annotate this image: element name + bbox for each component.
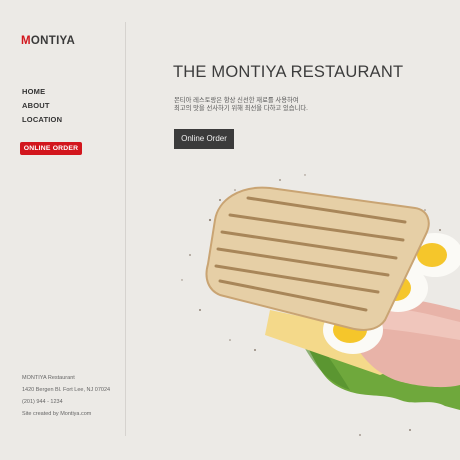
- intro-line-2: 최고의 맛을 선사하기 위해 최선을 다하고 있습니다.: [174, 105, 308, 112]
- footer-phone: (201) 944 - 1234: [22, 399, 63, 405]
- sandwich-hero-image: [181, 174, 460, 436]
- nav-item-about[interactable]: ABOUT: [22, 101, 62, 115]
- online-order-button[interactable]: Online Order: [174, 129, 234, 149]
- logo[interactable]: MONTIYA: [21, 35, 75, 47]
- page-title: THE MONTIYA RESTAURANT: [173, 63, 404, 81]
- nav-item-location[interactable]: LOCATION: [22, 115, 62, 129]
- intro-text: 몬티아 레스토랑은 항상 신선한 재료를 사용하여 최고의 맛을 선사하기 위해…: [174, 97, 308, 113]
- logo-initial: M: [21, 35, 31, 47]
- sidebar: MONTIYA HOME ABOUT LOCATION ONLINE ORDER…: [0, 0, 125, 460]
- footer-address: 1420 Bergen Bl. Fort Lee, NJ 07024: [22, 387, 111, 393]
- nav-item-home[interactable]: HOME: [22, 87, 62, 101]
- main-nav: HOME ABOUT LOCATION: [22, 87, 62, 129]
- sidebar-online-order-button[interactable]: ONLINE ORDER: [20, 142, 82, 155]
- sidebar-divider: [125, 22, 126, 436]
- intro-line-1: 몬티아 레스토랑은 항상 신선한 재료를 사용하여: [174, 97, 299, 104]
- logo-text: ONTIYA: [30, 35, 76, 47]
- footer-credit: Site created by Montiya.com: [22, 411, 92, 417]
- footer: MONTIYA Restaurant 1420 Bergen Bl. Fort …: [22, 374, 110, 422]
- footer-name: MONTIYA Restaurant: [22, 375, 75, 381]
